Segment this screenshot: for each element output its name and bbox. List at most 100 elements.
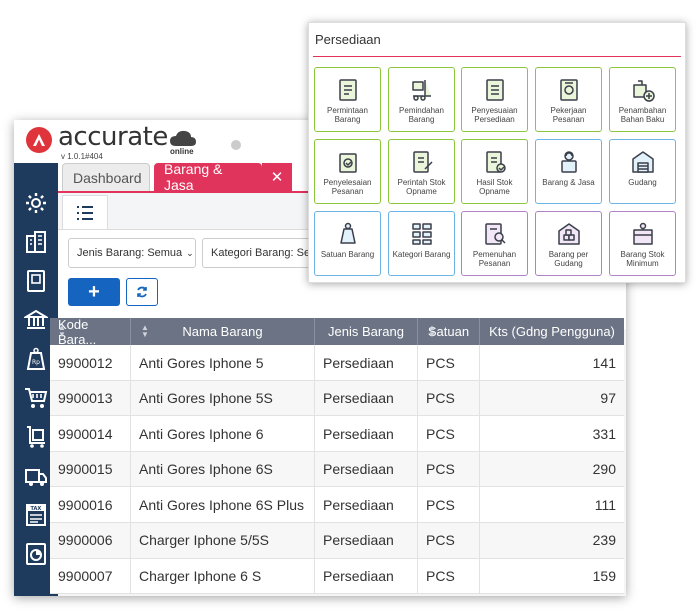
table-row[interactable]: 9900013 Anti Gores Iphone 5S Persediaan …	[50, 380, 624, 417]
table-row[interactable]: 9900006 Charger Iphone 5/5S Persediaan P…	[50, 522, 624, 559]
menu-tile[interactable]: Permintaan Barang	[314, 67, 381, 132]
menu-tile-label: Barang Stok Minimum	[620, 250, 665, 268]
col-kode-barang[interactable]: ▲ ▼ Kode Bara...	[50, 317, 131, 347]
cell-nama: Charger Iphone 6 S	[131, 558, 315, 594]
kategori-barang-select[interactable]: Kategori Barang: Se	[202, 238, 312, 268]
menu-tile[interactable]: Penyesuaian Persediaan	[461, 67, 528, 132]
menu-tile[interactable]: Barang & Jasa	[535, 139, 602, 204]
menu-tile[interactable]: Barang Stok Minimum	[609, 211, 676, 276]
list-view-icon[interactable]	[62, 195, 108, 229]
items-table: ▲ ▼ Kode Bara... ▲ ▼ Nama Barang Jenis Bar…	[50, 317, 624, 595]
cell-kode: 9900006	[50, 522, 131, 558]
header-label: Kts (Gdng Pengguna)	[489, 324, 615, 339]
work-order-icon	[556, 77, 582, 103]
cart-icon[interactable]	[24, 386, 48, 410]
menu-tile-label: Satuan Barang	[320, 250, 375, 259]
header-label: Nama Barang	[182, 324, 263, 339]
adjust-doc-icon	[482, 77, 508, 103]
cell-satuan: PCS	[418, 522, 480, 558]
book-icon[interactable]	[24, 269, 48, 293]
menu-tile[interactable]: Kategori Barang	[388, 211, 455, 276]
col-kts[interactable]: Kts (Gdng Pengguna)	[480, 318, 624, 345]
menu-tile-label: Pemindahan Barang	[399, 106, 444, 124]
items-warehouse-icon	[556, 221, 582, 247]
menu-tile-label: Gudang	[628, 178, 657, 187]
warehouse-icon	[630, 149, 656, 175]
col-nama-barang[interactable]: ▲ ▼ Nama Barang	[131, 318, 315, 345]
jenis-barang-select[interactable]: Jenis Barang: Semua ⌄	[68, 238, 196, 268]
cell-kode: 9900013	[50, 380, 131, 416]
menu-tile-label: Barang & Jasa	[542, 178, 595, 187]
menu-tile[interactable]: Penyelesaian Pesanan	[314, 139, 381, 204]
bank-icon[interactable]	[24, 308, 48, 332]
menu-tile-label: Hasil Stok Opname	[476, 178, 513, 196]
menu-tile[interactable]: Pekerjaan Pesanan	[535, 67, 602, 132]
request-doc-icon	[335, 77, 361, 103]
stock-order-icon	[409, 149, 435, 175]
gear-icon[interactable]	[24, 191, 48, 215]
report-icon[interactable]	[24, 542, 48, 566]
menu-tile-label: Perintah Stok Opname	[397, 178, 446, 196]
tax-icon[interactable]: TAX	[24, 503, 48, 527]
cell-kode: 9900016	[50, 487, 131, 523]
cell-satuan: PCS	[418, 451, 480, 487]
price-tag-icon[interactable]: Rp	[24, 347, 48, 371]
trolley-icon[interactable]	[24, 425, 48, 449]
cell-jenis: Persediaan	[315, 345, 418, 380]
cell-kts: 331	[592, 425, 616, 442]
cell-nama: Anti Gores Iphone 5S	[131, 380, 315, 416]
cell-satuan: PCS	[418, 416, 480, 452]
truck-icon[interactable]	[24, 464, 48, 488]
building-icon[interactable]	[24, 230, 48, 254]
refresh-button[interactable]	[126, 278, 158, 306]
cell-kts: 97	[600, 390, 616, 407]
menu-tile[interactable]: Penambahan Bahan Baku	[609, 67, 676, 132]
app-version: v 1.0.1#404	[61, 152, 103, 161]
table-row[interactable]: 9900015 Anti Gores Iphone 6S Persediaan …	[50, 451, 624, 488]
cell-jenis: Persediaan	[315, 416, 418, 452]
table-row[interactable]: 9900014 Anti Gores Iphone 6 Persediaan P…	[50, 416, 624, 452]
menu-tile[interactable]: Perintah Stok Opname	[388, 139, 455, 204]
menu-tile[interactable]: Gudang	[609, 139, 676, 204]
cell-kts: 141	[592, 354, 616, 371]
svg-text:TAX: TAX	[31, 506, 42, 512]
cell-nama: Charger Iphone 5/5S	[131, 522, 315, 558]
menu-tile[interactable]: Barang per Gudang	[535, 211, 602, 276]
cell-satuan: PCS	[418, 558, 480, 594]
accurate-logo-icon	[26, 127, 52, 153]
add-material-icon	[630, 77, 656, 103]
table-row[interactable]: 9900007 Charger Iphone 6 S Persediaan PC…	[50, 558, 624, 595]
jenis-barang-value: Jenis Barang: Semua	[77, 247, 183, 259]
cell-kts: 239	[592, 532, 616, 549]
menu-tile[interactable]: Pemenuhan Pesanan	[461, 211, 528, 276]
forklift-icon	[409, 77, 435, 103]
app-logo-text: accurate	[58, 122, 168, 152]
col-jenis-barang[interactable]: Jenis Barang	[315, 318, 418, 345]
menu-tile[interactable]: Satuan Barang	[314, 211, 381, 276]
weight-kg-icon	[335, 221, 361, 247]
persediaan-menu: Persediaan Permintaan Barang Pemindahan B…	[308, 22, 686, 283]
cell-jenis: Persediaan	[315, 451, 418, 487]
cell-satuan: PCS	[418, 345, 480, 380]
header-label: Jenis Barang	[328, 324, 404, 339]
menu-tile-label: Pekerjaan Pesanan	[550, 106, 587, 124]
close-tab-icon[interactable]: ✕	[262, 163, 292, 191]
complete-order-icon	[335, 149, 361, 175]
menu-tile[interactable]: Pemindahan Barang	[388, 67, 455, 132]
menu-tile-label: Pemenuhan Pesanan	[472, 250, 517, 268]
add-item-button[interactable]: +	[68, 278, 120, 306]
category-icon	[409, 221, 435, 247]
table-row[interactable]: 9900012 Anti Gores Iphone 5 Persediaan P…	[50, 345, 624, 381]
cell-satuan: PCS	[418, 487, 480, 523]
menu-title: Persediaan	[315, 32, 381, 47]
sort-icon: ▲ ▼	[428, 323, 436, 339]
menu-tile[interactable]: Hasil Stok Opname	[461, 139, 528, 204]
tab-dashboard[interactable]: Dashboard	[62, 163, 150, 191]
tab-barang-jasa[interactable]: Barang & Jasa	[154, 161, 262, 193]
cell-satuan: PCS	[418, 380, 480, 416]
cell-kode: 9900012	[50, 345, 131, 380]
table-row[interactable]: 9900016 Anti Gores Iphone 6S Plus Persed…	[50, 487, 624, 523]
fulfillment-icon	[482, 221, 508, 247]
col-satuan[interactable]: ▲ ▼ Satuan	[418, 318, 480, 345]
table-header: ▲ ▼ Kode Bara... ▲ ▼ Nama Barang Jenis Bar…	[50, 317, 624, 347]
